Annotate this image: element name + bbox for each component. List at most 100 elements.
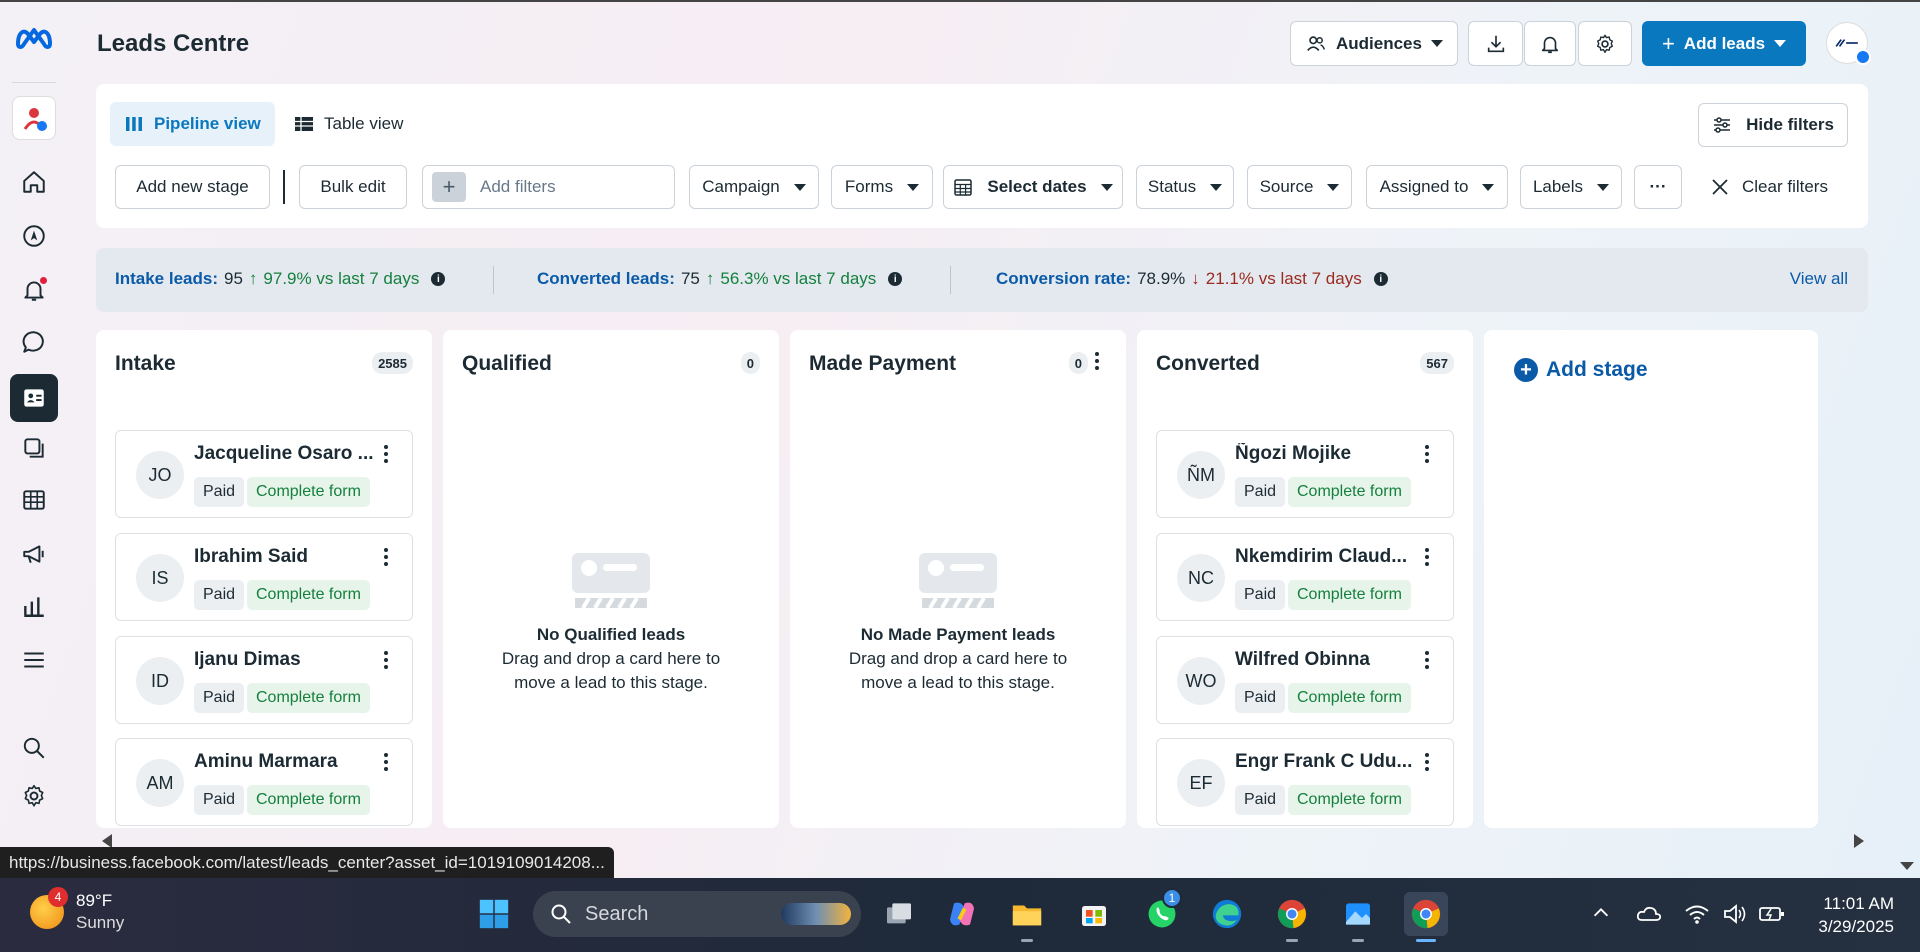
stage-count: 0 <box>1068 352 1088 374</box>
more-options-icon[interactable] <box>1425 753 1429 771</box>
empty-state: No Qualified leads Drag and drop a card … <box>443 552 779 695</box>
lead-card[interactable]: IS Ibrahim Said Paid Complete form <box>115 533 413 621</box>
download-button[interactable] <box>1468 21 1523 66</box>
chat-icon[interactable] <box>14 322 54 362</box>
bell-icon <box>1541 36 1559 53</box>
more-options-icon[interactable] <box>1425 445 1429 463</box>
chevron-down-icon <box>1774 40 1787 47</box>
account-avatar[interactable] <box>1826 22 1871 65</box>
weather-widget[interactable]: 4 89°F Sunny <box>30 887 124 934</box>
table-icon[interactable] <box>14 480 54 520</box>
lead-avatar: IS <box>136 554 184 602</box>
view-all-link[interactable]: View all <box>1790 269 1848 289</box>
lead-avatar: EF <box>1177 759 1225 807</box>
chevron-up-icon[interactable] <box>1590 902 1612 924</box>
more-filters-button[interactable]: ··· <box>1634 165 1682 209</box>
chevron-down-icon <box>1100 183 1113 191</box>
lead-card[interactable]: NC Nkemdirim Claud... Paid Complete form <box>1156 533 1454 621</box>
lead-card[interactable]: JO Jacqueline Osaro ... Paid Complete fo… <box>115 430 413 518</box>
chevron-down-icon <box>1430 40 1443 47</box>
select-dates-filter[interactable]: Select dates <box>943 165 1123 209</box>
stat-divider <box>493 266 494 294</box>
scroll-down-icon[interactable] <box>1900 862 1914 870</box>
chart-icon[interactable] <box>14 586 54 626</box>
hide-filters-button[interactable]: Hide filters <box>1698 103 1848 147</box>
system-clock[interactable]: 11:01 AM 3/29/2025 <box>1818 892 1894 938</box>
business-avatar[interactable] <box>12 96 56 140</box>
lead-card[interactable]: EF Engr Frank C Udu... Paid Complete for… <box>1156 738 1454 826</box>
lead-avatar: ID <box>136 657 184 705</box>
more-options-icon[interactable] <box>384 548 388 566</box>
settings-button[interactable] <box>1578 21 1632 66</box>
bulk-edit-button[interactable]: Bulk edit <box>299 165 407 209</box>
whatsapp-icon[interactable]: 1 <box>1140 888 1184 936</box>
search-icon[interactable] <box>14 728 54 768</box>
layers-icon[interactable] <box>14 428 54 468</box>
labels-filter[interactable]: Labels <box>1520 165 1622 209</box>
converted-value: 75 <box>680 269 700 288</box>
scroll-left-icon[interactable] <box>102 834 112 848</box>
leads-icon[interactable] <box>10 374 58 422</box>
plus-circle-icon: + <box>1514 358 1538 382</box>
taskbar-search-placeholder: Search <box>585 902 649 925</box>
meta-logo-icon[interactable] <box>10 18 58 58</box>
forms-filter[interactable]: Forms <box>831 165 933 209</box>
more-options-icon[interactable] <box>384 753 388 771</box>
menu-icon[interactable] <box>14 640 54 680</box>
clear-filters-button[interactable]: Clear filters <box>1710 165 1828 209</box>
more-options-icon[interactable] <box>1425 548 1429 566</box>
compass-icon[interactable] <box>14 216 54 256</box>
info-icon[interactable]: i <box>431 272 446 286</box>
bell-icon[interactable] <box>14 270 54 310</box>
audiences-button[interactable]: Audiences <box>1290 21 1458 66</box>
file-explorer-icon[interactable] <box>1005 892 1049 942</box>
home-icon[interactable] <box>14 162 54 202</box>
task-view-icon[interactable] <box>877 892 921 936</box>
chrome-profile-icon[interactable] <box>1270 892 1314 942</box>
wifi-icon[interactable] <box>1684 902 1710 926</box>
tab-pipeline-view[interactable]: Pipeline view <box>110 102 275 146</box>
add-new-stage-button[interactable]: Add new stage <box>115 165 270 209</box>
stage-more-options-icon[interactable] <box>1094 352 1100 370</box>
lead-card[interactable]: ID Ijanu Dimas Paid Complete form <box>115 636 413 724</box>
speaker-icon[interactable] <box>1722 902 1748 926</box>
taskbar-search-input[interactable]: Search <box>533 891 861 937</box>
notifications-button[interactable] <box>1524 21 1576 66</box>
people-icon <box>1307 35 1325 51</box>
more-options-icon[interactable] <box>384 651 388 669</box>
gear-icon[interactable] <box>14 776 54 816</box>
battery-icon[interactable] <box>1758 902 1786 926</box>
lead-card[interactable]: ÑM Ñgozi Mojike Paid Complete form <box>1156 430 1454 518</box>
copilot-icon[interactable] <box>940 892 984 936</box>
microsoft-store-icon[interactable] <box>1072 892 1116 936</box>
edge-browser-icon[interactable] <box>1205 892 1249 936</box>
labels-filter-label: Labels <box>1532 177 1584 196</box>
assigned-to-filter[interactable]: Assigned to <box>1366 165 1508 209</box>
toolbar-separator <box>283 170 285 204</box>
info-icon[interactable]: i <box>1373 272 1388 286</box>
arrow-down-icon: ↓ <box>1191 269 1200 288</box>
lead-name: Nkemdirim Claud... <box>1235 546 1408 567</box>
lead-card[interactable]: AM Aminu Marmara Paid Complete form <box>115 738 413 826</box>
tab-table-view[interactable]: Table view <box>280 102 417 146</box>
cloud-icon[interactable] <box>1636 902 1662 926</box>
photos-icon[interactable] <box>1336 892 1380 942</box>
add-leads-button[interactable]: + Add leads <box>1642 21 1806 66</box>
info-icon[interactable]: i <box>888 272 903 286</box>
status-filter[interactable]: Status <box>1136 165 1234 209</box>
facebook-badge-icon <box>1855 49 1871 65</box>
lead-card[interactable]: WO Wilfred Obinna Paid Complete form <box>1156 636 1454 724</box>
search-icon <box>551 904 571 924</box>
more-options-icon[interactable] <box>384 445 388 463</box>
megaphone-icon[interactable] <box>14 534 54 574</box>
paid-tag: Paid <box>1235 785 1286 815</box>
campaign-filter[interactable]: Campaign <box>689 165 819 209</box>
chrome-active-icon[interactable] <box>1404 892 1448 942</box>
lead-name: Aminu Marmara <box>194 751 338 772</box>
source-filter[interactable]: Source <box>1247 165 1352 209</box>
more-options-icon[interactable] <box>1425 651 1429 669</box>
add-stage-button[interactable]: + Add stage <box>1514 358 1648 382</box>
windows-start-icon[interactable] <box>472 892 516 936</box>
add-filters-input[interactable]: + Add filters <box>422 165 675 209</box>
scroll-right-icon[interactable] <box>1854 834 1864 848</box>
